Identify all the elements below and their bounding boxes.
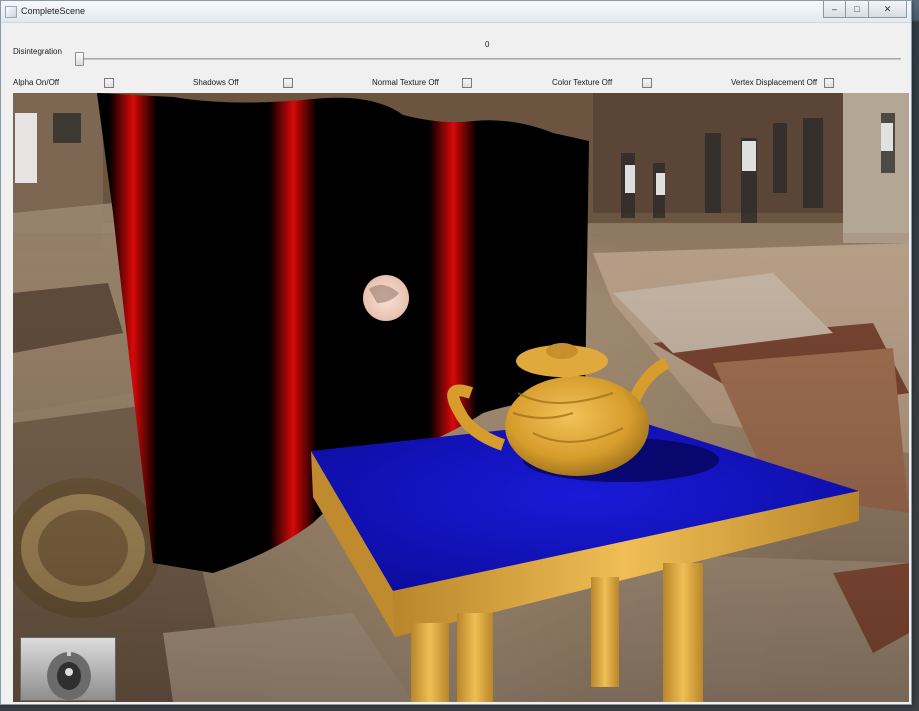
normal-texture-toggle-label: Normal Texture Off: [372, 78, 439, 87]
normal-texture-toggle-checkbox[interactable]: [462, 78, 472, 88]
close-button[interactable]: ✕: [869, 1, 907, 18]
disintegration-label: Disintegration: [13, 47, 62, 56]
minimize-icon: –: [831, 4, 837, 14]
maximize-button[interactable]: □: [846, 1, 869, 18]
color-texture-toggle-label: Color Texture Off: [552, 78, 613, 87]
navigation-widget[interactable]: [20, 637, 116, 701]
window-title: CompleteScene: [21, 6, 86, 16]
close-icon: ✕: [883, 3, 892, 14]
disintegration-value: 0: [485, 40, 490, 49]
minimize-button[interactable]: –: [823, 1, 846, 18]
vertex-displacement-toggle-checkbox[interactable]: [824, 78, 834, 88]
alpha-toggle-label: Alpha On/Off: [13, 78, 60, 87]
app-icon: [5, 6, 17, 18]
camera-orb-icon: [47, 646, 91, 700]
shadows-toggle-checkbox[interactable]: [283, 78, 293, 88]
scene-render: [13, 93, 909, 702]
app-window: CompleteScene – □ ✕ Disintegration 0 Alp…: [0, 0, 912, 705]
shadows-toggle-label: Shadows Off: [193, 78, 239, 87]
3d-viewport[interactable]: [13, 93, 909, 702]
color-texture-toggle-checkbox[interactable]: [642, 78, 652, 88]
maximize-icon: □: [854, 4, 860, 14]
window-controls: – □ ✕: [823, 1, 907, 18]
disintegration-slider-track[interactable]: [75, 58, 901, 60]
disintegration-slider-handle[interactable]: [75, 52, 84, 66]
alpha-toggle-checkbox[interactable]: [104, 78, 114, 88]
vertex-displacement-toggle-label: Vertex Displacement Off: [731, 78, 818, 87]
title-bar[interactable]: CompleteScene – □ ✕: [1, 1, 911, 23]
